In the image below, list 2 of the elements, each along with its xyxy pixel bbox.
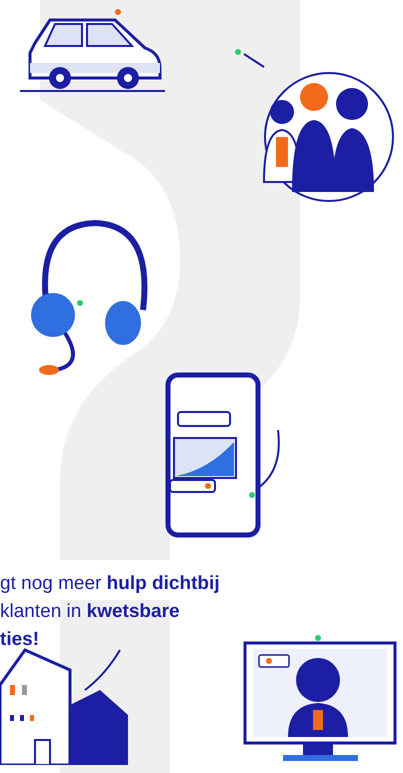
car-icon <box>20 8 165 93</box>
tagline-text: gt nog meer hulp dichtbij klanten in kwetsbare ties! <box>0 572 220 652</box>
